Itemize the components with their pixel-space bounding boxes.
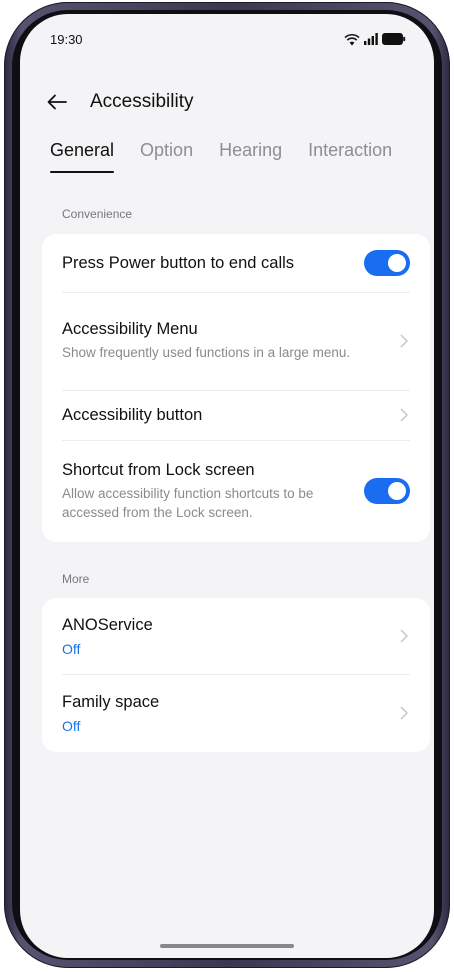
battery-icon bbox=[382, 33, 406, 45]
toggle-knob bbox=[388, 482, 406, 500]
section-label-convenience: Convenience bbox=[62, 207, 133, 221]
list-item-family-space[interactable]: Family space Off bbox=[42, 674, 430, 752]
row-title: Family space bbox=[62, 692, 160, 711]
chevron-right-icon bbox=[398, 407, 410, 423]
chevron-right-icon bbox=[398, 333, 410, 349]
phone-screen: 19:30 Accessibility General Option Heari… bbox=[20, 14, 434, 958]
row-title: Accessibility Menu bbox=[62, 320, 198, 338]
chevron-right-icon bbox=[398, 628, 410, 644]
signal-icon bbox=[364, 33, 378, 45]
tab-option[interactable]: Option bbox=[140, 140, 193, 173]
tab-interaction[interactable]: Interaction bbox=[308, 140, 392, 173]
list-item-power-button-end-calls[interactable]: Press Power button to end calls bbox=[42, 234, 430, 292]
tab-general[interactable]: General bbox=[50, 140, 115, 173]
home-indicator[interactable] bbox=[160, 944, 294, 948]
chevron-right-icon bbox=[398, 705, 410, 721]
row-title: ANOService bbox=[62, 615, 153, 634]
list-item-accessibility-button[interactable]: Accessibility button bbox=[42, 390, 430, 440]
more-card: ANOService Off Family space Off bbox=[42, 598, 430, 752]
tab-bar: General Option Hearing Interaction bbox=[50, 140, 392, 173]
status-bar: 19:30 bbox=[20, 14, 434, 58]
wifi-icon bbox=[344, 33, 360, 45]
power-button-end-calls-toggle[interactable] bbox=[364, 250, 410, 276]
page-title: Accessibility bbox=[90, 91, 194, 112]
row-title: Shortcut from Lock screen bbox=[62, 460, 255, 479]
arrow-left-icon[interactable] bbox=[46, 91, 68, 113]
row-subtitle: Allow accessibility function shortcuts t… bbox=[62, 485, 314, 520]
row-title: Press Power button to end calls bbox=[62, 253, 295, 272]
row-status: Off bbox=[62, 717, 81, 734]
section-label-more: More bbox=[62, 572, 90, 586]
status-time: 19:30 bbox=[50, 31, 83, 47]
toggle-knob bbox=[388, 254, 406, 272]
row-subtitle: Show frequently used functions in a larg… bbox=[62, 345, 351, 360]
convenience-card: Press Power button to end calls Accessib… bbox=[42, 234, 430, 542]
row-status: Off bbox=[62, 640, 81, 657]
status-icons bbox=[344, 33, 406, 46]
list-item-anoservice[interactable]: ANOService Off bbox=[42, 598, 430, 674]
tab-hearing[interactable]: Hearing bbox=[219, 140, 282, 173]
app-header: Accessibility bbox=[20, 84, 434, 120]
list-item-shortcut-lock-screen[interactable]: Shortcut from Lock screen Allow accessib… bbox=[42, 440, 430, 542]
shortcut-lock-screen-toggle[interactable] bbox=[364, 478, 410, 504]
list-item-accessibility-menu[interactable]: Accessibility Menu Show frequently used … bbox=[42, 292, 430, 390]
row-title: Accessibility button bbox=[62, 405, 203, 424]
